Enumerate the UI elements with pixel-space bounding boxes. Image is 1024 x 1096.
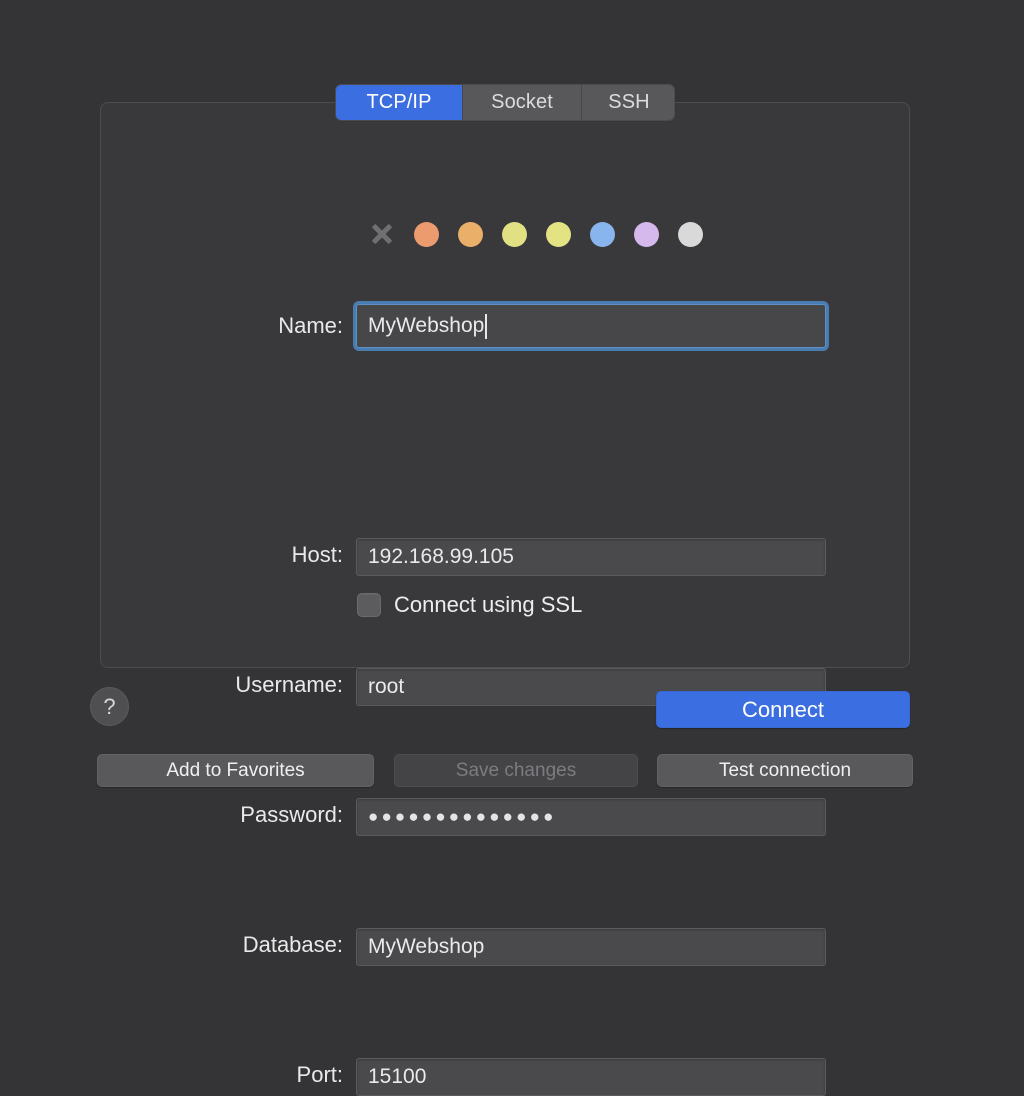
connection-settings-panel bbox=[100, 102, 910, 668]
color-swatch-orange[interactable] bbox=[404, 218, 448, 250]
password-input[interactable]: ●●●●●●●●●●●●●● bbox=[356, 798, 826, 836]
x-icon bbox=[371, 223, 393, 245]
connect-button-label: Connect bbox=[742, 697, 824, 723]
color-tag-row[interactable] bbox=[360, 218, 712, 250]
text-caret bbox=[485, 314, 487, 339]
color-swatch-blue[interactable] bbox=[580, 218, 624, 250]
port-label: Port: bbox=[297, 1062, 343, 1088]
database-label: Database: bbox=[243, 932, 343, 958]
color-swatch-purple-dot bbox=[634, 222, 659, 247]
connection-type-tabs[interactable]: TCP/IP Socket SSH bbox=[336, 85, 674, 120]
color-swatch-purple[interactable] bbox=[624, 218, 668, 250]
port-input-value: 15100 bbox=[368, 1065, 426, 1089]
tab-ssh[interactable]: SSH bbox=[582, 85, 674, 120]
save-changes-button: Save changes bbox=[394, 754, 638, 787]
clear-color-button[interactable] bbox=[360, 218, 404, 250]
test-connection-label: Test connection bbox=[719, 760, 851, 782]
name-input[interactable]: MyWebshop bbox=[356, 304, 826, 348]
password-input-value: ●●●●●●●●●●●●●● bbox=[368, 807, 557, 827]
color-swatch-yellow-2-dot bbox=[546, 222, 571, 247]
tab-tcpip[interactable]: TCP/IP bbox=[336, 85, 463, 120]
host-label: Host: bbox=[292, 542, 343, 568]
color-swatch-amber[interactable] bbox=[448, 218, 492, 250]
tab-ssh-label: SSH bbox=[608, 91, 649, 114]
save-changes-label: Save changes bbox=[456, 760, 576, 782]
test-connection-button[interactable]: Test connection bbox=[657, 754, 913, 787]
ssl-checkbox-row[interactable]: Connect using SSL bbox=[357, 592, 582, 618]
connect-button[interactable]: Connect bbox=[656, 691, 910, 728]
name-input-value: MyWebshop bbox=[368, 314, 484, 338]
database-input[interactable]: MyWebshop bbox=[356, 928, 826, 966]
host-input-value: 192.168.99.105 bbox=[368, 545, 514, 569]
color-swatch-amber-dot bbox=[458, 222, 483, 247]
ssl-checkbox[interactable] bbox=[357, 593, 381, 617]
help-button[interactable]: ? bbox=[90, 687, 129, 726]
color-swatch-yellow-2[interactable] bbox=[536, 218, 580, 250]
color-swatch-yellow[interactable] bbox=[492, 218, 536, 250]
username-input-value: root bbox=[368, 675, 404, 699]
color-swatch-orange-dot bbox=[414, 222, 439, 247]
question-mark-icon: ? bbox=[103, 694, 115, 720]
port-input[interactable]: 15100 bbox=[356, 1058, 826, 1096]
tab-socket-label: Socket bbox=[491, 91, 553, 114]
host-input[interactable]: 192.168.99.105 bbox=[356, 538, 826, 576]
ssl-label: Connect using SSL bbox=[394, 592, 582, 618]
name-label: Name: bbox=[278, 313, 343, 339]
add-to-favorites-label: Add to Favorites bbox=[166, 760, 304, 782]
tab-socket[interactable]: Socket bbox=[463, 85, 582, 120]
database-input-value: MyWebshop bbox=[368, 935, 484, 959]
color-swatch-gray-dot bbox=[678, 222, 703, 247]
color-swatch-yellow-dot bbox=[502, 222, 527, 247]
username-label: Username: bbox=[235, 672, 343, 698]
color-swatch-gray[interactable] bbox=[668, 218, 712, 250]
color-swatch-blue-dot bbox=[590, 222, 615, 247]
tab-tcpip-label: TCP/IP bbox=[366, 91, 431, 114]
add-to-favorites-button[interactable]: Add to Favorites bbox=[97, 754, 374, 787]
password-label: Password: bbox=[240, 802, 343, 828]
